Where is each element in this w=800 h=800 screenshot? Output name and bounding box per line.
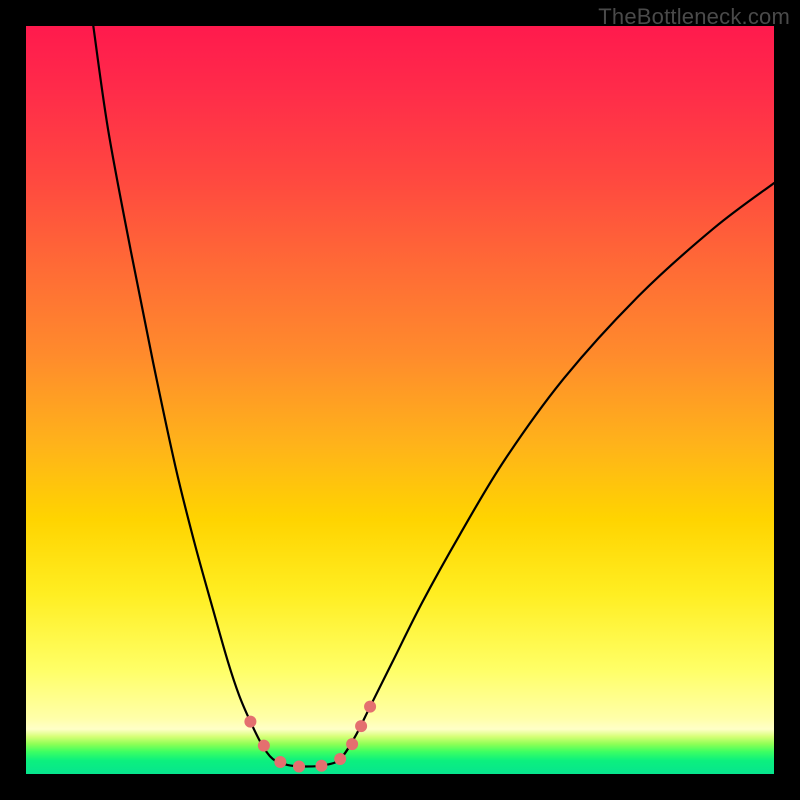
plot-area xyxy=(26,26,774,774)
curve-layer xyxy=(26,26,774,774)
curve-marker xyxy=(274,756,286,768)
curve-marker xyxy=(346,738,358,750)
chart-frame: TheBottleneck.com xyxy=(0,0,800,800)
bottleneck-curve xyxy=(93,26,774,767)
curve-marker xyxy=(355,720,367,732)
curve-marker xyxy=(364,701,376,713)
curve-marker xyxy=(293,761,305,773)
curve-marker xyxy=(244,716,256,728)
curve-marker xyxy=(315,760,327,772)
curve-marker xyxy=(258,740,270,752)
watermark-text: TheBottleneck.com xyxy=(598,4,790,30)
curve-marker xyxy=(334,753,346,765)
